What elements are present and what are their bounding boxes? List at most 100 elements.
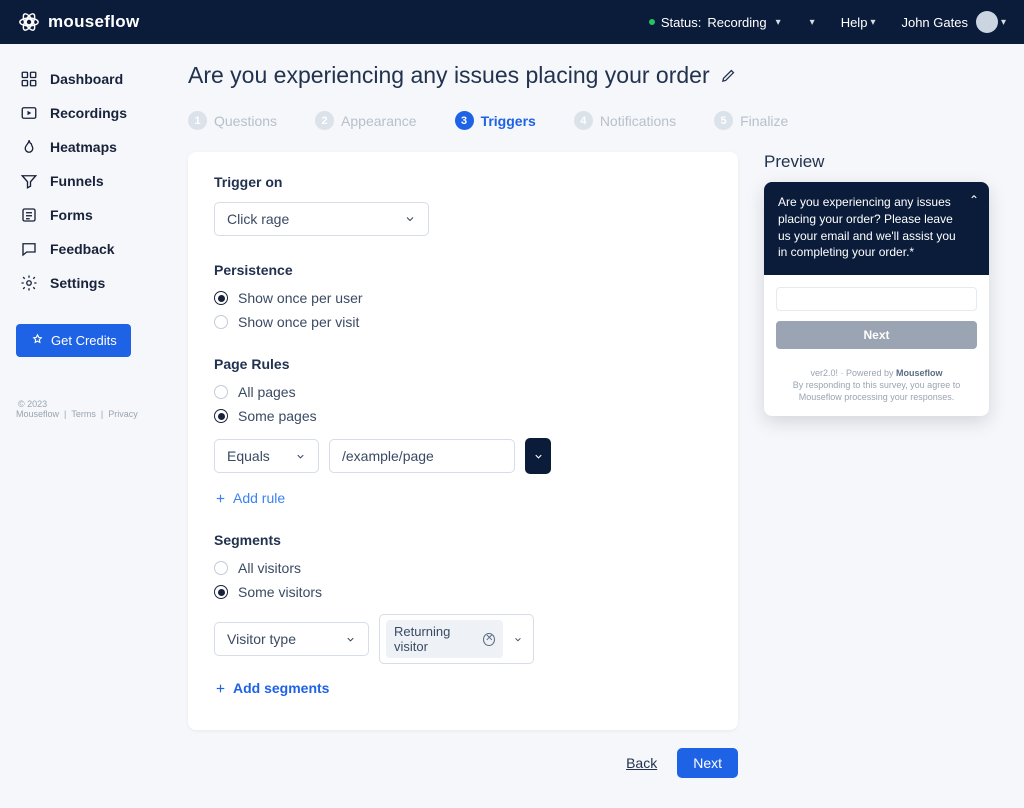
nav-label: Recordings: [50, 105, 127, 121]
step-finalize[interactable]: 5Finalize: [714, 111, 788, 130]
nav-label: Funnels: [50, 173, 104, 189]
nav-dashboard[interactable]: Dashboard: [16, 62, 158, 96]
nav-label: Forms: [50, 207, 93, 223]
radio-icon: [214, 385, 228, 399]
credits-icon: [30, 333, 45, 348]
radio-icon: [214, 291, 228, 305]
segment-chip: Returning visitor ✕: [386, 620, 503, 658]
help-label: Help: [841, 15, 868, 30]
nav-funnels[interactable]: Funnels: [16, 164, 158, 198]
forms-icon: [20, 206, 38, 224]
chevron-down-icon: [404, 213, 416, 225]
chevron-down-icon: [513, 634, 523, 645]
preview-question-area: Are you experiencing any issues placing …: [764, 182, 989, 275]
caret-down-icon: ▾: [870, 17, 875, 28]
terms-link[interactable]: Terms: [71, 409, 96, 419]
main-content: Are you experiencing any issues placing …: [170, 44, 1024, 808]
user-menu[interactable]: John Gates ▾: [901, 11, 1006, 33]
rule-operator-select[interactable]: Equals: [214, 439, 319, 473]
chevron-down-icon: [295, 451, 306, 462]
status-prefix: Status:: [661, 15, 701, 30]
trigger-on-label: Trigger on: [214, 174, 712, 190]
preview-heading: Preview: [764, 152, 989, 172]
segment-field-select[interactable]: Visitor type: [214, 622, 369, 656]
app-header: mouseflow Status: Recording ▾ ▾ Help▾ Jo…: [0, 0, 1024, 44]
dashboard-icon: [20, 70, 38, 88]
caret-down-icon: ▾: [776, 17, 781, 28]
stepper: 1Questions 2Appearance 3Triggers 4Notifi…: [188, 111, 992, 130]
get-credits-button[interactable]: Get Credits: [16, 324, 131, 357]
chevron-down-icon: [345, 634, 356, 645]
persistence-label: Persistence: [214, 262, 712, 278]
avatar: [976, 11, 998, 33]
rule-action-button[interactable]: [525, 438, 551, 474]
chat-icon: [20, 240, 38, 258]
nav-heatmaps[interactable]: Heatmaps: [16, 130, 158, 164]
add-segments-link[interactable]: Add segments: [214, 680, 712, 696]
privacy-link[interactable]: Privacy: [108, 409, 138, 419]
preview-widget: Are you experiencing any issues placing …: [764, 182, 989, 416]
radio-icon: [214, 409, 228, 423]
funnel-icon: [20, 172, 38, 190]
nav-settings[interactable]: Settings: [16, 266, 158, 300]
gear-icon: [20, 274, 38, 292]
add-rule-link[interactable]: Add rule: [214, 490, 712, 506]
nav-feedback[interactable]: Feedback: [16, 232, 158, 266]
radio-icon: [214, 585, 228, 599]
remove-chip-icon[interactable]: ✕: [483, 633, 495, 646]
header-extra-dropdown[interactable]: ▾: [807, 17, 815, 28]
edit-icon[interactable]: [720, 67, 737, 84]
nav-label: Heatmaps: [50, 139, 117, 155]
status-value: Recording: [707, 15, 766, 30]
segments-label: Segments: [214, 532, 712, 548]
page-rules-some[interactable]: Some pages: [214, 408, 712, 424]
nav-forms[interactable]: Forms: [16, 198, 158, 232]
page-title: Are you experiencing any issues placing …: [188, 62, 710, 89]
preview-question: Are you experiencing any issues placing …: [778, 195, 956, 259]
nav-label: Dashboard: [50, 71, 123, 87]
plus-icon: [214, 682, 227, 695]
plus-icon: [214, 492, 227, 505]
flame-icon: [20, 138, 38, 156]
credits-label: Get Credits: [51, 333, 117, 348]
caret-down-icon: ▾: [810, 17, 815, 28]
step-questions[interactable]: 1Questions: [188, 111, 277, 130]
segments-some[interactable]: Some visitors: [214, 584, 712, 600]
step-triggers[interactable]: 3Triggers: [455, 111, 536, 130]
rule-path-input[interactable]: [329, 439, 515, 473]
status-dropdown[interactable]: Status: Recording ▾: [649, 15, 781, 30]
trigger-on-select[interactable]: Click rage: [214, 202, 429, 236]
back-button[interactable]: Back: [626, 755, 657, 771]
chevron-down-icon: [533, 451, 544, 462]
step-appearance[interactable]: 2Appearance: [315, 111, 417, 130]
trigger-on-value: Click rage: [227, 211, 289, 227]
page-rules-all[interactable]: All pages: [214, 384, 712, 400]
user-name: John Gates: [901, 15, 968, 30]
persistence-once-per-user[interactable]: Show once per user: [214, 290, 712, 306]
radio-icon: [214, 315, 228, 329]
brand-name: mouseflow: [48, 12, 140, 32]
logo-icon: [18, 11, 40, 33]
nav-recordings[interactable]: Recordings: [16, 96, 158, 130]
page-rules-label: Page Rules: [214, 356, 712, 372]
page-title-row: Are you experiencing any issues placing …: [188, 62, 992, 89]
radio-icon: [214, 561, 228, 575]
play-icon: [20, 104, 38, 122]
help-dropdown[interactable]: Help▾: [841, 15, 876, 30]
triggers-card: Trigger on Click rage Persistence Show o…: [188, 152, 738, 730]
brand[interactable]: mouseflow: [18, 11, 140, 33]
preview-next-button[interactable]: Next: [776, 321, 977, 349]
step-notifications[interactable]: 4Notifications: [574, 111, 676, 130]
segment-value-select[interactable]: Returning visitor ✕: [379, 614, 534, 664]
copyright: © 2023 Mouseflow: [16, 399, 59, 419]
sidebar: Dashboard Recordings Heatmaps Funnels Fo…: [0, 44, 170, 808]
preview-email-input[interactable]: [776, 287, 977, 311]
legal-footer: © 2023 Mouseflow|Terms|Privacy: [16, 399, 158, 419]
persistence-once-per-visit[interactable]: Show once per visit: [214, 314, 712, 330]
caret-down-icon: ▾: [1001, 17, 1006, 28]
collapse-icon[interactable]: ⌃: [969, 192, 979, 209]
next-button[interactable]: Next: [677, 748, 738, 778]
nav-label: Settings: [50, 275, 105, 291]
segments-all[interactable]: All visitors: [214, 560, 712, 576]
status-dot-icon: [649, 19, 655, 25]
